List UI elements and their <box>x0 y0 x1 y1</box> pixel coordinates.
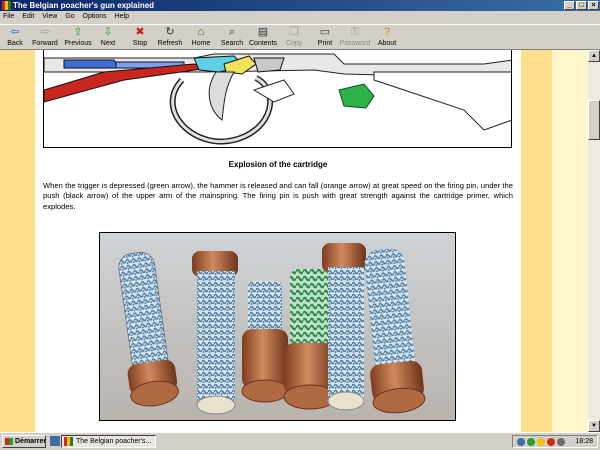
tray-network-icon[interactable] <box>517 438 525 446</box>
tray-volume-icon[interactable] <box>537 438 545 446</box>
content-area: Explosion of the cartridge When the trig… <box>0 50 588 432</box>
copy-button[interactable]: ❐ Copy <box>284 26 304 50</box>
home-button[interactable]: ⌂ Home <box>190 26 212 50</box>
previous-button[interactable]: ⇧ Previous <box>63 26 93 50</box>
windows-logo-icon <box>5 438 13 445</box>
about-icon: ? <box>383 26 391 38</box>
taskbar-window-button[interactable]: The Belgian poacher's... <box>61 435 156 448</box>
stop-icon: ✖ <box>135 26 145 38</box>
up-arrow-icon: ⇧ <box>73 26 83 38</box>
task-label: The Belgian poacher's... <box>76 438 152 445</box>
explanation-paragraph: When the trigger is depressed (green arr… <box>43 181 513 211</box>
password-button[interactable]: ⚿ Password <box>339 26 371 50</box>
maximize-button[interactable]: □ <box>576 1 587 10</box>
clock: 18:28 <box>575 438 593 445</box>
refresh-button[interactable]: ↻ Refresh <box>156 26 184 50</box>
window-title: The Belgian poacher's gun explained <box>13 1 155 10</box>
menu-edit[interactable]: Edit <box>19 11 37 23</box>
forward-arrow-icon: ⇨ <box>40 26 50 38</box>
about-button[interactable]: ? About <box>376 26 398 50</box>
start-button[interactable]: Démarrer <box>2 435 46 448</box>
shotgun-shells-photo <box>99 232 456 421</box>
menu-view[interactable]: View <box>39 11 60 23</box>
start-label: Démarrer <box>15 438 47 445</box>
menu-go[interactable]: Go <box>62 11 77 23</box>
toolbar: ⇦ Back ⇨ Forward ⇧ Previous ⇩ Next ✖ Stop ↻ Re… <box>0 24 600 50</box>
quicklaunch-icon[interactable] <box>50 436 60 446</box>
scroll-up-button[interactable]: ▲ <box>588 50 600 62</box>
menu-help[interactable]: Help <box>112 11 132 23</box>
vertical-scrollbar[interactable]: ▲ ▼ <box>588 50 600 432</box>
system-tray: 18:28 <box>512 435 598 448</box>
menu-file[interactable]: File <box>0 11 17 23</box>
print-icon: ▭ <box>319 26 331 38</box>
print-button[interactable]: ▭ Print <box>315 26 335 50</box>
stop-button[interactable]: ✖ Stop <box>128 26 152 50</box>
shells-drawing <box>100 233 455 420</box>
app-task-icon <box>64 437 73 446</box>
contents-button[interactable]: ▤ Contents <box>249 26 277 50</box>
minimize-button[interactable]: _ <box>564 1 575 10</box>
refresh-icon: ↻ <box>165 26 175 38</box>
back-arrow-icon: ⇦ <box>10 26 20 38</box>
diagram-caption: Explosion of the cartridge <box>228 160 328 169</box>
search-icon: ⌕ <box>228 26 236 38</box>
scroll-thumb[interactable] <box>588 100 600 140</box>
back-button[interactable]: ⇦ Back <box>2 26 28 50</box>
diagram-drawing <box>44 53 511 145</box>
tray-status-icon[interactable] <box>527 438 535 446</box>
title-bar: The Belgian poacher's gun explained _ □ … <box>0 0 600 11</box>
tray-misc-icon[interactable] <box>557 438 565 446</box>
home-icon: ⌂ <box>197 26 205 38</box>
copy-icon: ❐ <box>289 26 299 38</box>
page-band-right <box>521 50 552 432</box>
gun-mechanism-diagram <box>43 50 512 148</box>
page-band-left <box>0 50 35 432</box>
next-button[interactable]: ⇩ Next <box>96 26 120 50</box>
forward-button[interactable]: ⇨ Forward <box>30 26 60 50</box>
page: Explosion of the cartridge When the trig… <box>35 50 521 432</box>
tray-app-icon[interactable] <box>547 438 555 446</box>
contents-icon: ▤ <box>257 26 269 38</box>
menu-bar: File Edit View Go Options Help <box>0 11 600 23</box>
menu-options[interactable]: Options <box>80 11 110 23</box>
search-button[interactable]: ⌕ Search <box>220 26 244 50</box>
taskbar: Démarrer The Belgian poacher's... 18:28 <box>0 432 600 450</box>
app-icon <box>2 1 11 10</box>
password-icon: ⚿ <box>350 26 360 38</box>
close-button[interactable]: × <box>588 1 599 10</box>
down-arrow-icon: ⇩ <box>103 26 113 38</box>
scroll-down-button[interactable]: ▼ <box>588 420 600 432</box>
